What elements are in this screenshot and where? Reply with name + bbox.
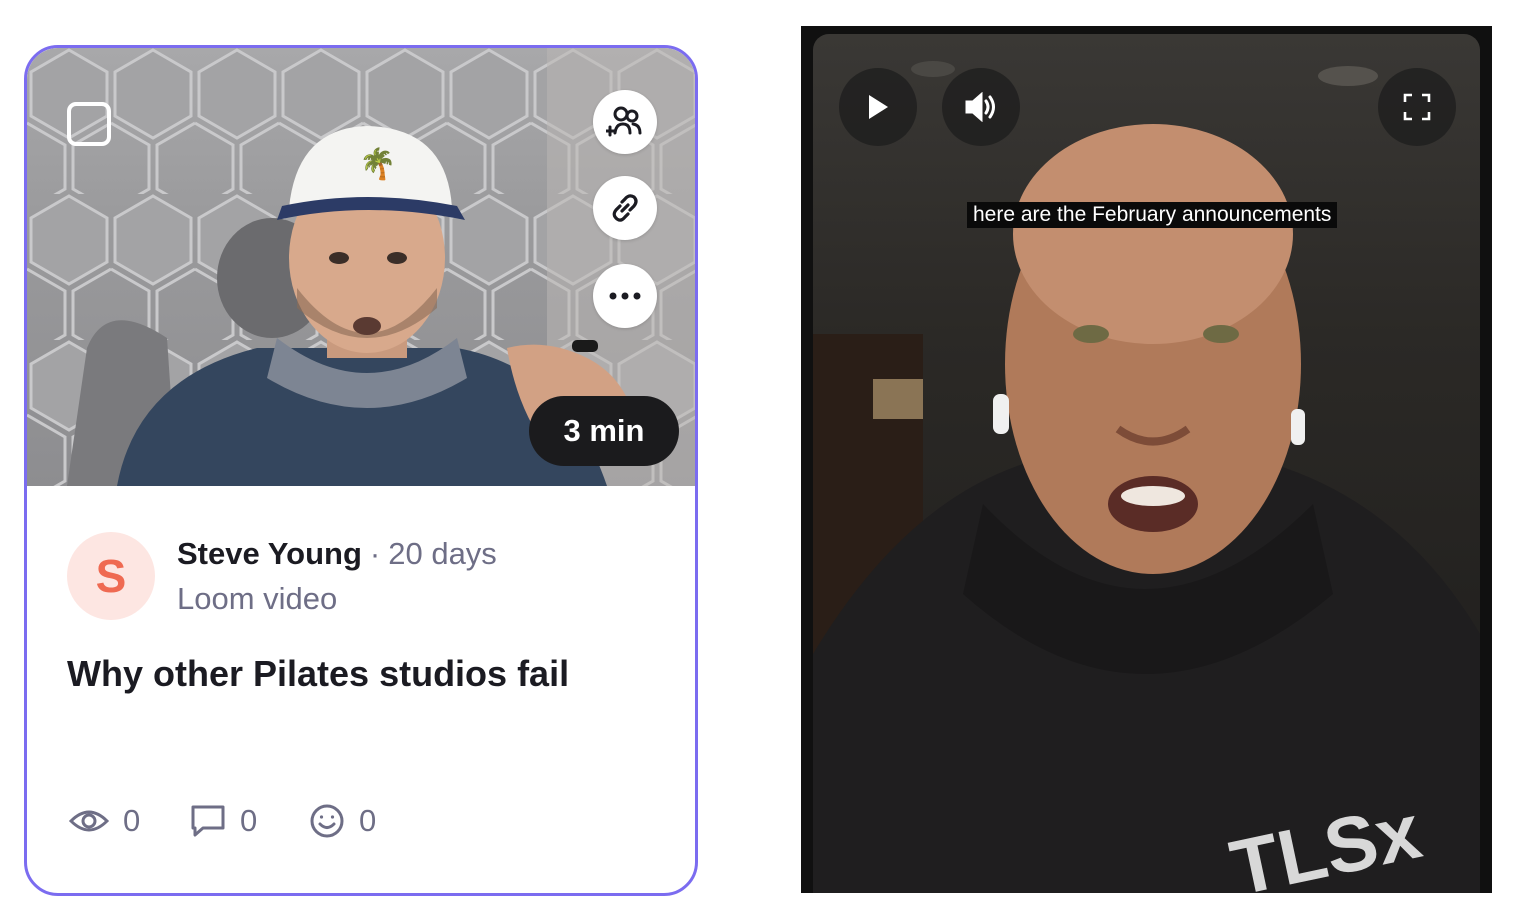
volume-button[interactable]: [942, 68, 1020, 146]
views-stat[interactable]: 0: [69, 803, 140, 839]
subtitle-caption: here are the February announcements: [967, 202, 1338, 228]
link-icon: [612, 194, 638, 222]
video-source: Loom video: [177, 581, 338, 616]
select-checkbox-icon[interactable]: [67, 102, 111, 146]
fullscreen-button[interactable]: [1378, 68, 1456, 146]
share-button[interactable]: [593, 90, 657, 154]
fullscreen-icon: [1403, 93, 1431, 121]
play-icon: [869, 95, 888, 119]
comments-stat[interactable]: 0: [190, 803, 257, 839]
views-count: 0: [123, 803, 141, 838]
meta-author-line: Steve Young · 20 days: [177, 536, 497, 572]
comment-icon: [191, 805, 225, 837]
video-thumbnail[interactable]: 🌴 3 min: [27, 48, 695, 486]
volume-icon: [965, 92, 995, 122]
video-player[interactable]: TLSx here are the February announcements: [801, 26, 1492, 893]
reactions-count: 0: [359, 803, 377, 838]
video-age: 20 days: [388, 536, 497, 571]
video-frame-scene: TLSx: [813, 61, 1480, 893]
svg-text:🌴: 🌴: [359, 146, 396, 182]
video-frame[interactable]: TLSx here are the February announcements: [813, 34, 1480, 893]
more-options-button[interactable]: [593, 264, 657, 328]
eye-icon: [69, 810, 109, 832]
add-people-icon: [606, 106, 642, 137]
meta-separator: ·: [369, 536, 381, 571]
comments-count: 0: [240, 803, 258, 838]
reactions-stat[interactable]: 0: [309, 803, 376, 839]
duration-badge: 3 min: [529, 396, 679, 466]
screenshot-stage: 🌴 3 min S Steve Young · 20 days Loom vid…: [0, 0, 1525, 919]
video-title[interactable]: Why other Pilates studios fail: [67, 653, 569, 695]
play-button[interactable]: [839, 68, 917, 146]
avatar[interactable]: S: [67, 532, 155, 620]
video-card[interactable]: 🌴 3 min S Steve Young · 20 days Loom vid…: [24, 45, 698, 896]
smiley-icon: [310, 804, 344, 838]
author-name[interactable]: Steve Young: [177, 536, 362, 571]
copy-link-button[interactable]: [593, 176, 657, 240]
more-horizontal-icon: [609, 292, 641, 300]
